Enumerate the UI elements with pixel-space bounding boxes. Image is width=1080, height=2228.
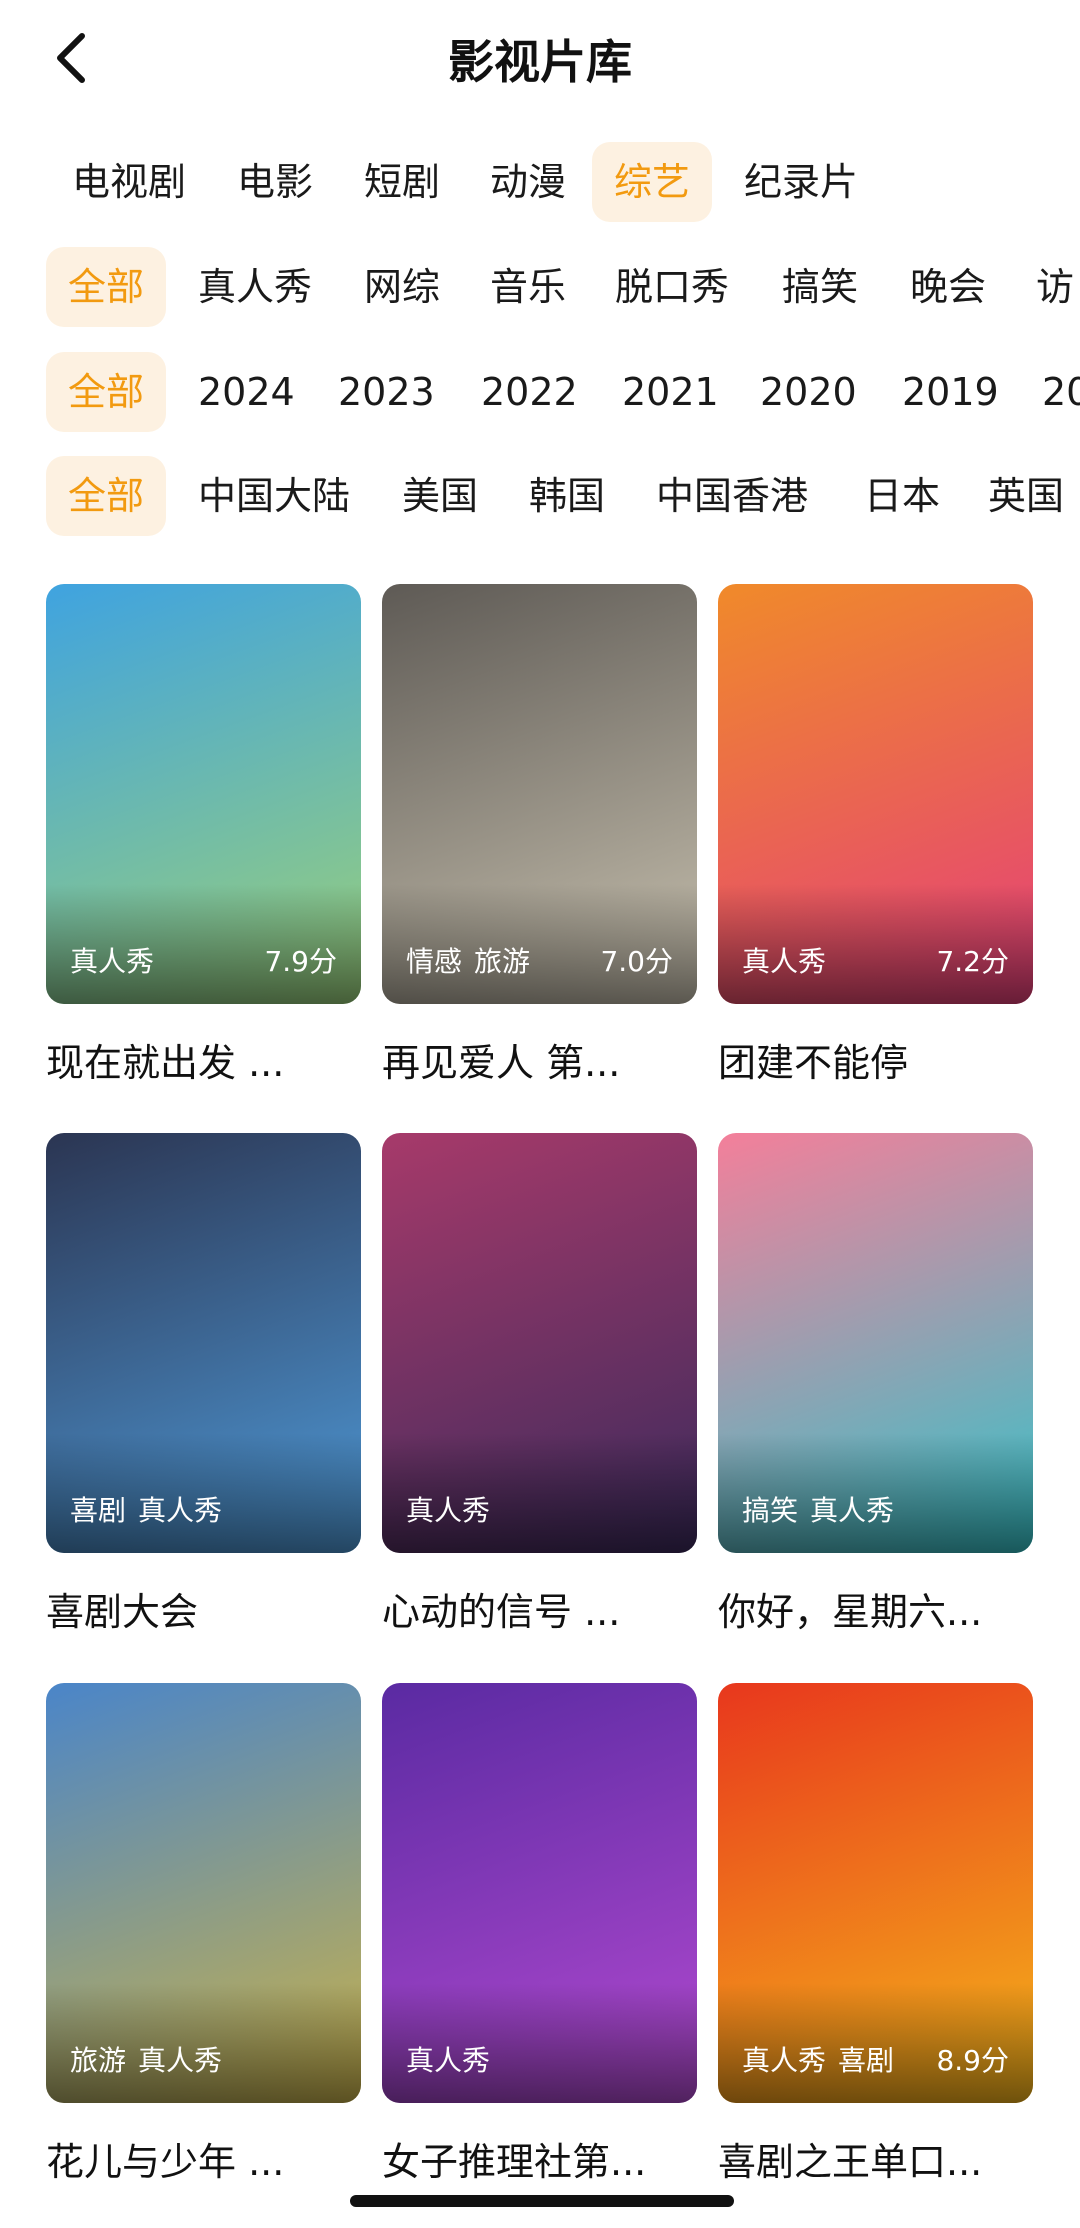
card-show[interactable]: 情感 旅游 7.0分 再见爱人 第... [382, 584, 697, 1087]
genre-tags: 情感 旅游 [406, 945, 531, 978]
card-show[interactable]: 真人秀 7.9分 现在就出发 ... [46, 584, 361, 1087]
poster-image: 喜剧 真人秀 [46, 1133, 361, 1553]
home-indicator[interactable] [350, 2195, 734, 2207]
tab-documentary[interactable]: 纪录片 [722, 142, 880, 222]
genre-interview[interactable]: 访 [1014, 247, 1080, 327]
genre-comedy[interactable]: 搞笑 [760, 247, 880, 327]
year-2021[interactable]: 2021 [600, 352, 741, 432]
poster-image: 搞笑 真人秀 [718, 1133, 1033, 1553]
region-japan[interactable]: 日本 [842, 456, 962, 536]
region-all[interactable]: 全部 [46, 456, 167, 536]
rating-score: 7.2分 [936, 945, 1009, 978]
region-hong-kong[interactable]: 中国香港 [634, 456, 830, 536]
year-2022[interactable]: 2022 [459, 352, 600, 432]
category-tabs: 电视剧 电影 短剧 动漫 综艺 纪录片 [0, 142, 1080, 222]
year-2019[interactable]: 2019 [880, 352, 1021, 432]
card-show[interactable]: 旅游 真人秀 花儿与少年 ... [46, 1683, 361, 2186]
poster-image: 旅游 真人秀 [46, 1683, 361, 2103]
year-20xx[interactable]: 20 [1020, 352, 1080, 432]
year-2023[interactable]: 2023 [316, 352, 457, 432]
tab-tv-series[interactable]: 电视剧 [50, 142, 208, 222]
tab-movie[interactable]: 电影 [215, 142, 335, 222]
card-show[interactable]: 喜剧 真人秀 喜剧大会 [46, 1133, 361, 1636]
poster-image: 真人秀 7.9分 [46, 584, 361, 1004]
rating-score: 7.9分 [264, 945, 337, 978]
poster-image: 真人秀 喜剧 8.9分 [718, 1683, 1033, 2103]
tab-variety[interactable]: 综艺 [592, 142, 713, 222]
year-filter-row: 全部 2024 2023 2022 2021 2020 2019 20 [0, 352, 1080, 432]
genre-reality-show[interactable]: 真人秀 [176, 247, 334, 327]
card-title: 你好，星期六... [718, 1590, 983, 1634]
tab-anime[interactable]: 动漫 [468, 142, 588, 222]
poster-image: 真人秀 7.2分 [718, 584, 1033, 1004]
rating-score: 8.9分 [936, 2044, 1009, 2077]
card-title: 花儿与少年 ... [46, 2140, 285, 2184]
card-title: 团建不能停 [718, 1041, 909, 1085]
card-show[interactable]: 真人秀 女子推理社第... [382, 1683, 697, 2186]
genre-tags: 真人秀 喜剧 [742, 2044, 895, 2077]
genre-tags: 喜剧 真人秀 [70, 1494, 223, 1527]
genre-tags: 旅游 真人秀 [70, 2044, 223, 2077]
card-show[interactable]: 真人秀 7.2分 团建不能停 [718, 584, 1033, 1087]
genre-tags: 真人秀 [742, 945, 827, 978]
year-all[interactable]: 全部 [46, 352, 167, 432]
header-bar: 影视片库 [0, 0, 1080, 118]
region-filter-row: 全部 中国大陆 美国 韩国 中国香港 日本 英国 [0, 456, 1080, 536]
region-korea[interactable]: 韩国 [507, 456, 627, 536]
poster-image: 真人秀 [382, 1133, 697, 1553]
card-title: 心动的信号 ... [382, 1590, 621, 1634]
genre-all[interactable]: 全部 [46, 247, 167, 327]
region-mainland-china[interactable]: 中国大陆 [176, 456, 372, 536]
region-uk[interactable]: 英国 [966, 456, 1080, 536]
card-show[interactable]: 真人秀 心动的信号 ... [382, 1133, 697, 1636]
card-title: 现在就出发 ... [46, 1041, 285, 1085]
genre-tags: 真人秀 [406, 1494, 491, 1527]
genre-gala[interactable]: 晚会 [888, 247, 1008, 327]
year-2024[interactable]: 2024 [176, 352, 317, 432]
genre-talk-show[interactable]: 脱口秀 [593, 247, 751, 327]
region-usa[interactable]: 美国 [380, 456, 500, 536]
poster-image: 情感 旅游 7.0分 [382, 584, 697, 1004]
card-title: 喜剧之王单口... [718, 2140, 983, 2184]
year-2020[interactable]: 2020 [738, 352, 879, 432]
card-title: 喜剧大会 [46, 1590, 199, 1634]
card-show[interactable]: 真人秀 喜剧 8.9分 喜剧之王单口... [718, 1683, 1033, 2186]
card-show[interactable]: 搞笑 真人秀 你好，星期六... [718, 1133, 1033, 1636]
genre-tags: 真人秀 [70, 945, 155, 978]
poster-image: 真人秀 [382, 1683, 697, 2103]
genre-music[interactable]: 音乐 [468, 247, 588, 327]
tab-short-drama[interactable]: 短剧 [342, 142, 462, 222]
genre-tags: 真人秀 [406, 2044, 491, 2077]
rating-score: 7.0分 [600, 945, 673, 978]
genre-filter-row: 全部 真人秀 网综 音乐 脱口秀 搞笑 晚会 访 [0, 247, 1080, 327]
page-title: 影视片库 [448, 35, 632, 89]
genre-tags: 搞笑 真人秀 [742, 1494, 895, 1527]
card-title: 女子推理社第... [382, 2140, 647, 2184]
genre-web-variety[interactable]: 网综 [342, 247, 462, 327]
card-title: 再见爱人 第... [382, 1041, 621, 1085]
